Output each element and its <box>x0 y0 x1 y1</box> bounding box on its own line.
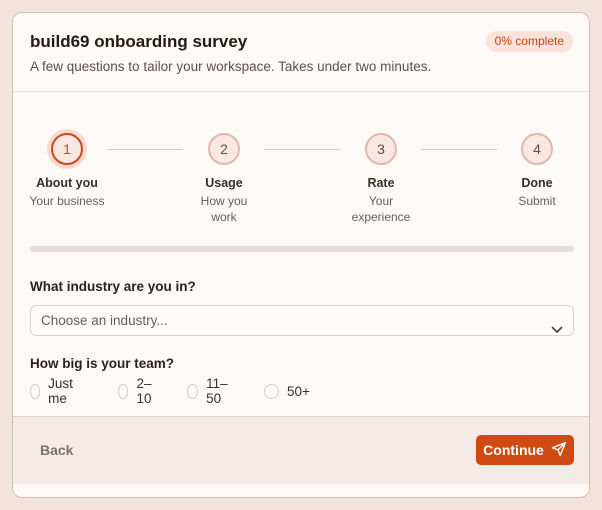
step-rate[interactable]: 3 Rate Your experience <box>331 133 431 225</box>
survey-footer: Back Continue <box>13 416 589 484</box>
step-connector <box>107 149 183 150</box>
radio-button[interactable] <box>264 383 279 399</box>
radio-label: 11–50 <box>206 376 228 406</box>
step-number: 1 <box>51 133 83 165</box>
survey-header: build69 onboarding survey 0% complete A … <box>13 13 589 92</box>
chevron-down-icon <box>551 315 563 344</box>
radio-label: Just me <box>48 376 73 406</box>
radio-label: 50+ <box>287 383 310 399</box>
step-description: Your business <box>29 194 105 208</box>
team-size-option[interactable]: 11–50 <box>187 376 232 406</box>
radio-button[interactable] <box>187 383 199 399</box>
continue-button[interactable]: Continue <box>476 435 574 465</box>
team-size-option[interactable]: 2–10 <box>118 376 156 406</box>
step-description: Your experience <box>351 194 411 224</box>
radio-label: 2–10 <box>136 376 152 406</box>
survey-card: build69 onboarding survey 0% complete A … <box>12 12 590 498</box>
team-size-option[interactable]: 50+ <box>264 382 310 400</box>
step-about-you[interactable]: 1 About you Your business <box>17 133 117 209</box>
step-number: 4 <box>521 133 553 165</box>
step-number: 2 <box>208 133 240 165</box>
step-connector <box>421 149 497 150</box>
step-description: How you work <box>200 194 248 224</box>
continue-label: Continue <box>483 442 544 458</box>
step-label: Rate <box>367 176 395 190</box>
step-connector <box>264 149 340 150</box>
progress-badge: 0% complete <box>485 31 573 52</box>
team-size-question: How big is your team? <box>30 356 175 371</box>
step-description: Submit <box>518 194 556 208</box>
step-label: Done <box>521 176 553 190</box>
radio-button[interactable] <box>30 383 41 399</box>
industry-select[interactable]: Choose an industry... <box>30 305 574 336</box>
team-size-option[interactable]: Just me <box>30 376 78 406</box>
stepper: 1 About you Your business 2 Usage How yo… <box>13 133 589 243</box>
send-icon <box>551 441 567 460</box>
step-label: About you <box>36 176 98 190</box>
step-label: Usage <box>205 176 243 190</box>
back-button[interactable]: Back <box>40 442 73 458</box>
page-subtitle: A few questions to tailor your workspace… <box>30 59 432 74</box>
progress-track <box>30 246 574 252</box>
step-usage[interactable]: 2 Usage How you work <box>174 133 274 225</box>
step-done[interactable]: 4 Done Submit <box>487 133 587 209</box>
step-number: 3 <box>365 133 397 165</box>
page-title: build69 onboarding survey <box>30 32 248 51</box>
industry-question: What industry are you in? <box>30 279 196 294</box>
radio-button[interactable] <box>118 383 129 399</box>
industry-select-value: Choose an industry... <box>41 313 168 328</box>
